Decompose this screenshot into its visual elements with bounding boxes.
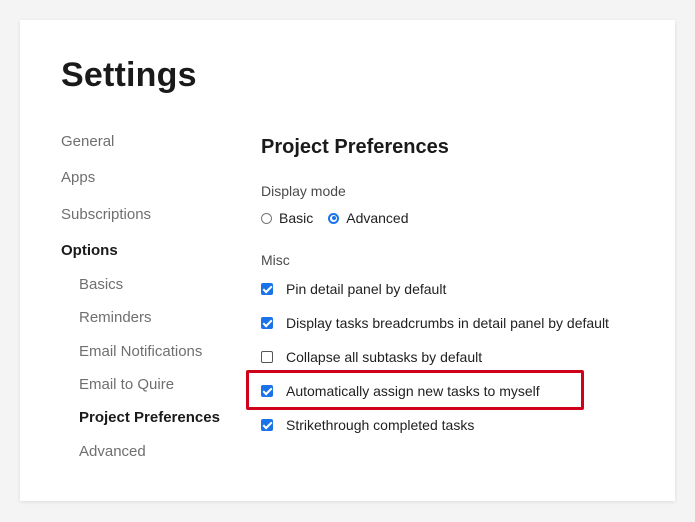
sidebar-item-email-to-quire[interactable]: Email to Quire (79, 376, 174, 393)
sidebar-item-general[interactable]: General (61, 133, 114, 150)
sidebar-item-apps[interactable]: Apps (61, 169, 95, 186)
option-collapse-subtasks: Collapse all subtasks by default (261, 349, 482, 365)
option-pin-detail-panel: Pin detail panel by default (261, 281, 446, 297)
collapse-subtasks-checkbox[interactable] (261, 351, 273, 363)
option-display-breadcrumbs: Display tasks breadcrumbs in detail pane… (261, 315, 609, 331)
pin-detail-panel-checkbox[interactable] (261, 283, 273, 295)
pin-detail-panel-label[interactable]: Pin detail panel by default (286, 281, 446, 297)
sidebar-item-subscriptions[interactable]: Subscriptions (61, 206, 151, 223)
sidebar-item-project-preferences[interactable]: Project Preferences (79, 409, 220, 426)
settings-card: Settings General Apps Subscriptions Opti… (20, 20, 675, 501)
display-breadcrumbs-checkbox[interactable] (261, 317, 273, 329)
sidebar-item-email-notifications[interactable]: Email Notifications (79, 343, 202, 360)
display-breadcrumbs-label[interactable]: Display tasks breadcrumbs in detail pane… (286, 315, 609, 331)
sidebar-item-advanced[interactable]: Advanced (79, 443, 146, 460)
radio-advanced[interactable] (328, 212, 340, 224)
display-mode-radio-group: Basic Advanced (261, 210, 424, 226)
sidebar-item-reminders[interactable]: Reminders (79, 309, 152, 326)
display-mode-label: Display mode (261, 183, 346, 199)
section-title: Project Preferences (261, 136, 449, 158)
sidebar-item-basics[interactable]: Basics (79, 276, 123, 293)
radio-basic-label[interactable]: Basic (279, 210, 313, 226)
misc-label: Misc (261, 252, 290, 268)
option-strikethrough: Strikethrough completed tasks (261, 417, 474, 433)
radio-advanced-label[interactable]: Advanced (346, 210, 408, 226)
strikethrough-label[interactable]: Strikethrough completed tasks (286, 417, 474, 433)
strikethrough-checkbox[interactable] (261, 419, 273, 431)
page-title: Settings (61, 56, 197, 94)
highlight-annotation-box (246, 370, 584, 410)
sidebar-item-options[interactable]: Options (61, 242, 118, 259)
radio-basic[interactable] (261, 212, 272, 224)
collapse-subtasks-label[interactable]: Collapse all subtasks by default (286, 349, 482, 365)
